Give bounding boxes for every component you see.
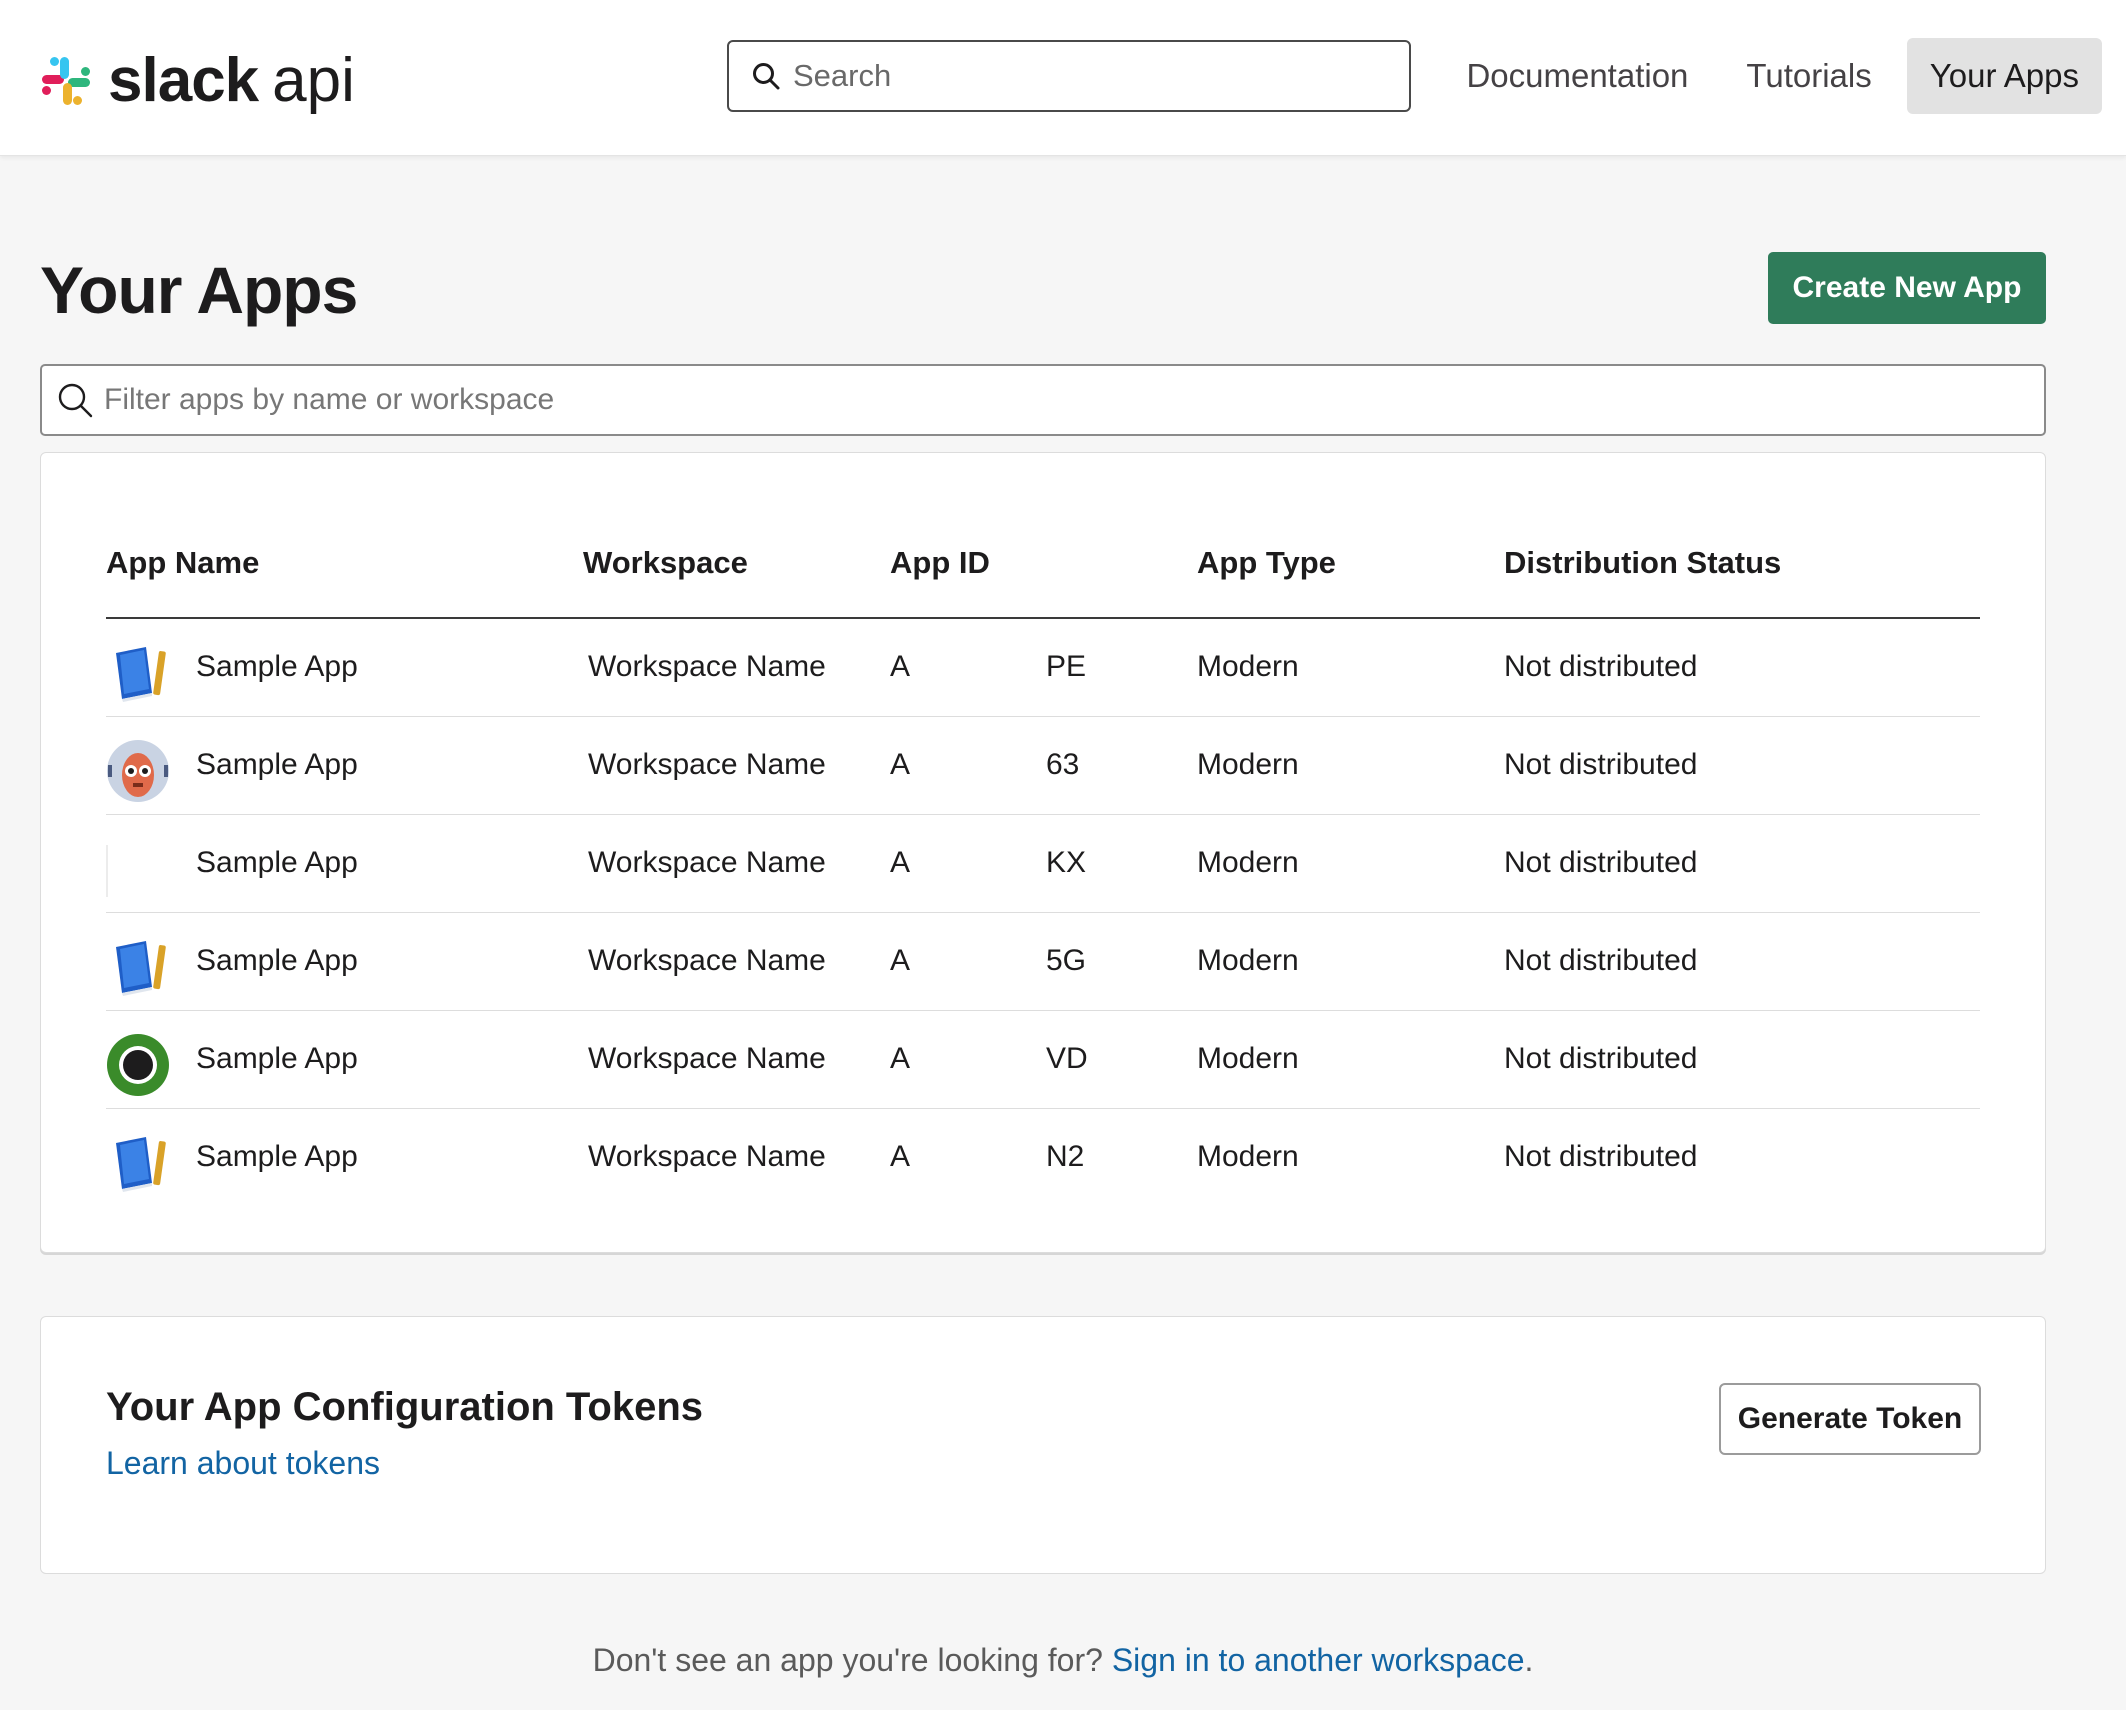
apps-table-card: App Name Workspace App ID App Type Distr… <box>40 452 2046 1253</box>
distribution-status: Not distributed <box>1504 1140 1698 1173</box>
config-tokens-card: Your App Configuration Tokens Learn abou… <box>40 1316 2046 1574</box>
generate-token-button[interactable]: Generate Token <box>1719 1383 1981 1455</box>
column-header-app-id[interactable]: App ID <box>890 533 990 593</box>
app-id-suffix: N2 <box>1046 1140 1085 1173</box>
create-new-app-button[interactable]: Create New App <box>1768 252 2046 324</box>
top-search-box[interactable] <box>727 40 1411 112</box>
workspace-name: Workspace Name <box>588 944 826 977</box>
app-type: Modern <box>1197 1042 1299 1075</box>
app-id-prefix: A <box>890 650 911 683</box>
filter-apps-input[interactable] <box>104 383 2004 417</box>
table-row[interactable]: Sample App Workspace Name A 63 Modern No… <box>106 717 1980 815</box>
app-type: Modern <box>1197 748 1299 781</box>
footer-period: . <box>1524 1642 1534 1678</box>
filter-apps-box[interactable] <box>40 364 2046 436</box>
app-id-prefix: A <box>890 1042 911 1075</box>
app-name[interactable]: Sample App <box>196 717 358 813</box>
table-row[interactable]: Sample App Workspace Name A 5G Modern No… <box>106 913 1980 1011</box>
app-type: Modern <box>1197 650 1299 683</box>
slack-logo-icon <box>42 57 90 105</box>
app-name[interactable]: Sample App <box>196 913 358 1009</box>
book-icon <box>116 1137 166 1192</box>
book-icon <box>116 941 166 996</box>
column-header-distribution-status[interactable]: Distribution Status <box>1504 533 1781 593</box>
app-id-prefix: A <box>890 748 911 781</box>
slack-api-logo[interactable]: slack api <box>38 46 355 116</box>
app-type: Modern <box>1197 944 1299 977</box>
tokens-title: Your App Configuration Tokens <box>106 1385 703 1429</box>
nav-documentation[interactable]: Documentation <box>1443 38 1711 114</box>
logo-word: slack <box>108 46 259 115</box>
column-header-app-name[interactable]: App Name <box>106 533 259 593</box>
learn-about-tokens-link[interactable]: Learn about tokens <box>106 1445 380 1482</box>
search-icon <box>58 383 93 418</box>
distribution-status: Not distributed <box>1504 944 1698 977</box>
distribution-status: Not distributed <box>1504 748 1698 781</box>
page-title: Your Apps <box>40 253 358 327</box>
green-circle-icon <box>107 1034 169 1096</box>
distribution-status: Not distributed <box>1504 1042 1698 1075</box>
workspace-name: Workspace Name <box>588 1140 826 1173</box>
app-id-suffix: 63 <box>1046 748 1080 781</box>
top-bar: slack api Documentation Tutorials Your A… <box>0 0 2126 156</box>
search-icon <box>753 63 780 90</box>
workspace-name: Workspace Name <box>588 846 826 879</box>
table-row[interactable]: Sample App Workspace Name A VD Modern No… <box>106 1011 1980 1109</box>
sign-in-another-workspace-link[interactable]: Sign in to another workspace <box>1112 1642 1525 1678</box>
apps-table: App Name Workspace App ID App Type Distr… <box>106 533 1980 1207</box>
table-header: App Name Workspace App ID App Type Distr… <box>106 533 1980 619</box>
app-name[interactable]: Sample App <box>196 815 358 911</box>
nav-tutorials[interactable]: Tutorials <box>1723 38 1894 114</box>
top-search-input[interactable] <box>793 58 1393 94</box>
distribution-status: Not distributed <box>1504 846 1698 879</box>
logo-suffix: api <box>272 46 355 115</box>
app-type: Modern <box>1197 846 1299 879</box>
nav-your-apps[interactable]: Your Apps <box>1906 38 2102 114</box>
workspace-name: Workspace Name <box>588 650 826 683</box>
app-name[interactable]: Sample App <box>196 619 358 715</box>
robot-avatar-icon <box>107 740 169 802</box>
top-nav: Documentation Tutorials Your Apps <box>1431 38 2102 114</box>
workspace-name: Workspace Name <box>588 1042 826 1075</box>
app-id-suffix: PE <box>1046 650 1087 683</box>
blank-icon <box>106 845 108 897</box>
table-row[interactable]: Sample App Workspace Name A KX Modern No… <box>106 815 1980 913</box>
app-id-prefix: A <box>890 846 911 879</box>
table-row[interactable]: Sample App Workspace Name A N2 Modern No… <box>106 1109 1980 1207</box>
footer-text: Don't see an app you're looking for? <box>592 1642 1112 1678</box>
workspace-name: Workspace Name <box>588 748 826 781</box>
app-type: Modern <box>1197 1140 1299 1173</box>
app-id-suffix: 5G <box>1046 944 1087 977</box>
column-header-app-type[interactable]: App Type <box>1197 533 1336 593</box>
footer-note: Don't see an app you're looking for? Sig… <box>0 1642 2126 1679</box>
app-id-prefix: A <box>890 944 911 977</box>
logo-text: slack api <box>108 50 355 112</box>
app-id-suffix: KX <box>1046 846 1087 879</box>
book-icon <box>116 647 166 702</box>
app-id-suffix: VD <box>1046 1042 1088 1075</box>
column-header-workspace[interactable]: Workspace <box>583 533 748 593</box>
app-name[interactable]: Sample App <box>196 1011 358 1107</box>
table-row[interactable]: Sample App Workspace Name A PE Modern No… <box>106 619 1980 717</box>
app-id-prefix: A <box>890 1140 911 1173</box>
app-name[interactable]: Sample App <box>196 1109 358 1205</box>
distribution-status: Not distributed <box>1504 650 1698 683</box>
